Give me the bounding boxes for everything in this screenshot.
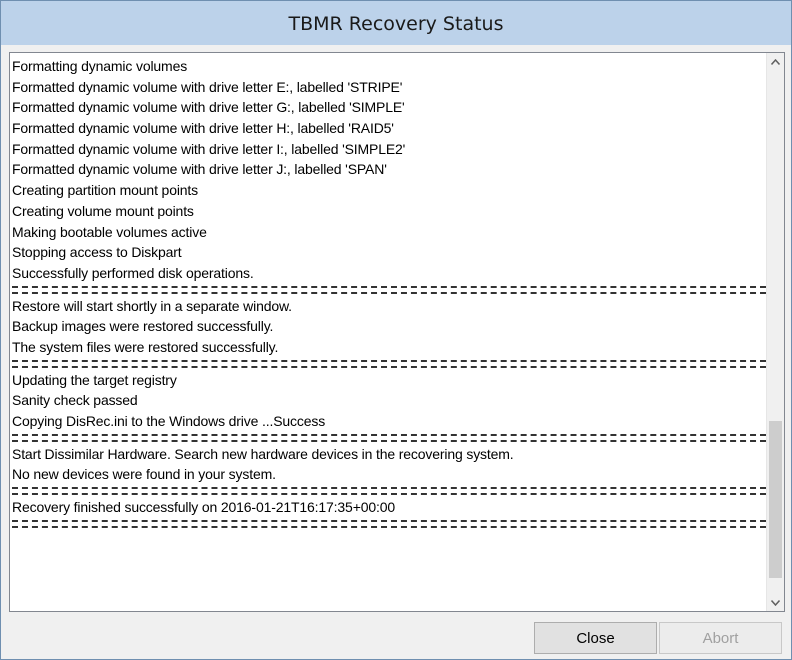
log-separator <box>12 519 766 528</box>
recovery-status-window: TBMR Recovery Status Formatting dynamic … <box>0 0 792 660</box>
log-line: Formatted dynamic volume with drive lett… <box>12 161 387 178</box>
scroll-down-button[interactable] <box>767 594 784 611</box>
log-line: Backup images were restored successfully… <box>12 318 274 335</box>
log-separator <box>12 359 766 368</box>
log-line: Making bootable volumes active <box>12 223 207 240</box>
chevron-down-icon <box>771 599 780 606</box>
log-separator <box>12 285 766 294</box>
log-line: Copying DisRec.ini to the Windows drive … <box>12 413 326 429</box>
log-line: Creating volume mount points <box>12 202 194 219</box>
log-separator <box>12 433 766 442</box>
log-line: Sanity check passed <box>12 392 138 409</box>
log-line: Start Dissimilar Hardware. Search new ha… <box>12 445 514 462</box>
vertical-scrollbar[interactable] <box>766 53 784 611</box>
log-line: Formatted dynamic volume with drive lett… <box>12 99 405 116</box>
abort-button[interactable]: Abort <box>659 622 782 654</box>
log-line: Recovery finished successfully on 2016-0… <box>12 499 396 516</box>
title-bar: TBMR Recovery Status <box>1 1 791 45</box>
log-line: Formatted dynamic volume with drive lett… <box>12 140 406 157</box>
log-line: Successfully performed disk operations. <box>12 264 254 281</box>
window-title: TBMR Recovery Status <box>288 13 504 35</box>
log-line: Stopping access to Diskpart <box>12 244 182 261</box>
log-line: Formatted dynamic volume with drive lett… <box>12 78 403 95</box>
log-separator <box>12 487 766 496</box>
log-line: No new devices were found in your system… <box>12 466 276 483</box>
log-line: Formatting dynamic volumes <box>12 58 188 74</box>
log-line: Formatted dynamic volume with drive lett… <box>12 120 394 137</box>
log-line: Restore will start shortly in a separate… <box>12 297 292 314</box>
scroll-up-button[interactable] <box>767 53 784 70</box>
scroll-thumb[interactable] <box>769 421 782 578</box>
chevron-up-icon <box>771 58 780 65</box>
close-button[interactable]: Close <box>534 622 657 654</box>
log-content: Formatting dynamic volumes Formatted dyna… <box>12 56 766 530</box>
log-textbox[interactable]: Formatting dynamic volumes Formatted dyna… <box>9 52 785 612</box>
log-line: The system files were restored successfu… <box>12 338 279 355</box>
log-line: Updating the target registry <box>12 371 177 388</box>
log-line: Creating partition mount points <box>12 182 199 199</box>
